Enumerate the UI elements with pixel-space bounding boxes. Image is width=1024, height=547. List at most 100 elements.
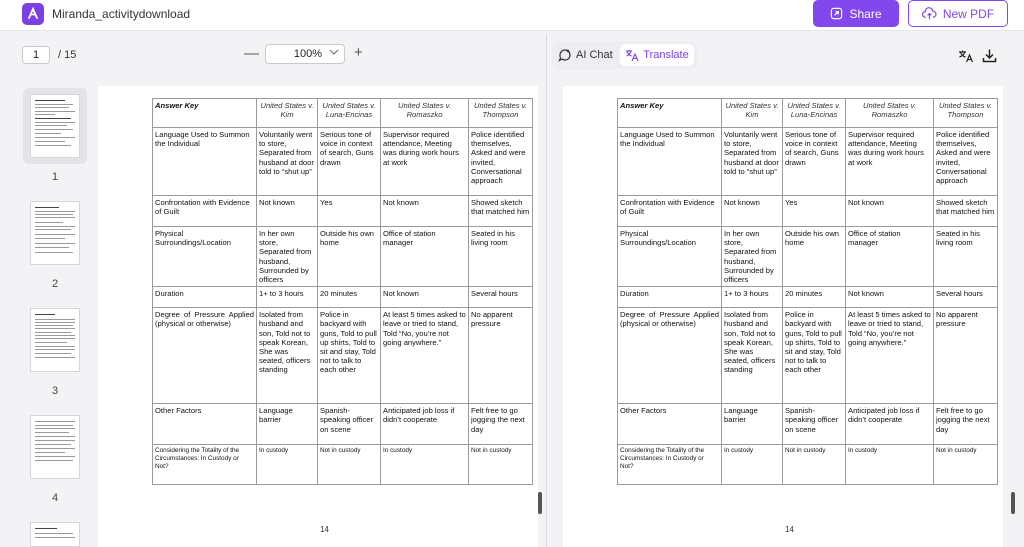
table-cell: Outside his own home bbox=[782, 225, 846, 288]
table-cell: Voluntarily went to store, Separated fro… bbox=[256, 127, 318, 196]
table-cell: Isolated from husband and son, Told not … bbox=[721, 307, 783, 405]
tab-ai-chat[interactable]: AI Chat bbox=[558, 45, 613, 65]
table-cell: 20 minutes bbox=[317, 286, 381, 309]
table-cell: Not known bbox=[845, 195, 934, 227]
zoom-in-button[interactable]: + bbox=[354, 44, 363, 61]
page-number: 14 bbox=[320, 525, 329, 534]
table-cell: Supervisor required attendance, Meeting … bbox=[845, 127, 934, 196]
table-cell: Not known bbox=[380, 195, 469, 227]
page-number-input[interactable]: 1 bbox=[22, 46, 50, 64]
table-cell: No apparent pressure bbox=[933, 307, 998, 405]
download-icon[interactable] bbox=[982, 48, 997, 63]
page-thumbnail[interactable] bbox=[30, 308, 80, 372]
table-header: United States v. Kim bbox=[256, 98, 318, 128]
table-header: Answer Key bbox=[152, 98, 257, 128]
thumbnail-number: 4 bbox=[51, 492, 59, 504]
table-header: United States v. Kim bbox=[721, 98, 783, 128]
table-cell: In her own store, Separated from husband… bbox=[256, 225, 318, 288]
table-cell: Serious tone of voice in context of sear… bbox=[317, 127, 381, 196]
table-header: United States v. Thompson bbox=[933, 98, 998, 128]
table-cell: Seated in his living room bbox=[468, 225, 533, 288]
table-cell: Serious tone of voice in context of sear… bbox=[782, 127, 846, 196]
table-cell: 20 minutes bbox=[782, 286, 846, 309]
scrollbar-thumb[interactable] bbox=[538, 492, 542, 514]
table-cell: In custody bbox=[721, 444, 783, 486]
language-icon[interactable] bbox=[958, 49, 974, 63]
zoom-out-button[interactable]: — bbox=[244, 45, 259, 62]
page-thumbnail[interactable] bbox=[30, 94, 80, 158]
page-number: 14 bbox=[785, 525, 794, 534]
table-cell: Anticipated job loss if didn’t cooperate bbox=[845, 403, 934, 446]
table-cell: At least 5 times asked to leave or tried… bbox=[845, 307, 934, 405]
table-cell: Considering the Totality of the Circumst… bbox=[617, 444, 722, 486]
chevron-down-icon[interactable] bbox=[329, 48, 339, 56]
table-cell: Isolated from husband and son, Told not … bbox=[256, 307, 318, 405]
answer-key-table: Answer Key United States v. Kim United S… bbox=[152, 98, 533, 486]
table-cell: Physical Surroundings/Location bbox=[617, 225, 722, 288]
new-pdf-button[interactable]: New PDF bbox=[908, 0, 1008, 27]
table-cell: Other Factors bbox=[152, 403, 257, 446]
tab-translate-label: Translate bbox=[643, 49, 689, 61]
table-cell: Not known bbox=[721, 195, 783, 227]
table-cell: Not in custody bbox=[317, 444, 381, 486]
table-cell: In custody bbox=[256, 444, 318, 486]
table-cell: In her own store, Separated from husband… bbox=[721, 225, 783, 288]
share-label: Share bbox=[849, 6, 882, 21]
table-cell: In custody bbox=[845, 444, 934, 486]
table-cell: Felt free to go jogging the next day bbox=[468, 403, 533, 446]
table-header: Answer Key bbox=[617, 98, 722, 128]
table-cell: Not known bbox=[845, 286, 934, 309]
table-cell: Physical Surroundings/Location bbox=[152, 225, 257, 288]
table-cell: Not in custody bbox=[782, 444, 846, 486]
cloud-upload-icon bbox=[921, 7, 937, 20]
table-cell: Confrontation with Evidence of Guilt bbox=[152, 195, 257, 227]
table-cell: Several hours bbox=[933, 286, 998, 309]
tab-translate[interactable]: Translate bbox=[620, 44, 694, 66]
table-cell: Police identified themselves, Asked and … bbox=[933, 127, 998, 196]
page-thumbnail[interactable] bbox=[30, 522, 80, 547]
table-cell: Language Used to Summon the Individual bbox=[617, 127, 722, 196]
table-cell: Supervisor required attendance, Meeting … bbox=[380, 127, 469, 196]
table-cell: Showed sketch that matched him bbox=[468, 195, 533, 227]
page-total: / 15 bbox=[58, 49, 77, 61]
table-cell: Felt free to go jogging the next day bbox=[933, 403, 998, 446]
thumbnail-number: 1 bbox=[51, 171, 59, 183]
table-cell: Spanish-speaking officer on scene bbox=[317, 403, 381, 446]
table-cell: In custody bbox=[380, 444, 469, 486]
thumbnail-number: 3 bbox=[51, 385, 59, 397]
table-cell: Office of station manager bbox=[380, 225, 469, 288]
tab-ai-chat-label: AI Chat bbox=[576, 49, 613, 61]
table-cell: Other Factors bbox=[617, 403, 722, 446]
table-cell: Police in backyard with guns, Told to pu… bbox=[317, 307, 381, 405]
toolbar: 1 / 15 — 100% + AI Chat Translate bbox=[0, 38, 1024, 72]
table-cell: Language barrier bbox=[721, 403, 783, 446]
table-cell: Yes bbox=[782, 195, 846, 227]
scrollbar-thumb[interactable] bbox=[1011, 492, 1015, 514]
document-page-original: Answer Key United States v. Kim United S… bbox=[98, 86, 538, 547]
table-cell: Police in backyard with guns, Told to pu… bbox=[782, 307, 846, 405]
table-cell: Not in custody bbox=[933, 444, 998, 486]
page-thumbnail[interactable] bbox=[30, 201, 80, 265]
table-cell: 1+ to 3 hours bbox=[721, 286, 783, 309]
share-button[interactable]: Share bbox=[813, 0, 899, 27]
document-page-translated: Answer Key United States v. Kim United S… bbox=[563, 86, 1003, 547]
table-cell: Yes bbox=[317, 195, 381, 227]
table-cell: Voluntarily went to store, Separated fro… bbox=[721, 127, 783, 196]
right-panel-tabs: AI Chat Translate bbox=[552, 41, 697, 69]
table-cell: Anticipated job loss if didn’t cooperate bbox=[380, 403, 469, 446]
table-cell: Duration bbox=[152, 286, 257, 309]
page-thumbnail[interactable] bbox=[30, 415, 80, 479]
table-cell: Not in custody bbox=[468, 444, 533, 486]
table-cell: Language Used to Summon the Individual bbox=[152, 127, 257, 196]
table-header: United States v. Romaszko bbox=[380, 98, 469, 128]
pane-divider[interactable] bbox=[546, 34, 547, 547]
thumbnail-number: 2 bbox=[51, 278, 59, 290]
app-logo-icon bbox=[22, 3, 44, 25]
table-cell: Showed sketch that matched him bbox=[933, 195, 998, 227]
table-cell: Not known bbox=[256, 195, 318, 227]
answer-key-table: Answer Key United States v. Kim United S… bbox=[617, 98, 998, 486]
table-cell: Seated in his living room bbox=[933, 225, 998, 288]
new-pdf-label: New PDF bbox=[942, 6, 995, 21]
table-cell: Language barrier bbox=[256, 403, 318, 446]
table-cell: At least 5 times asked to leave or tried… bbox=[380, 307, 469, 405]
